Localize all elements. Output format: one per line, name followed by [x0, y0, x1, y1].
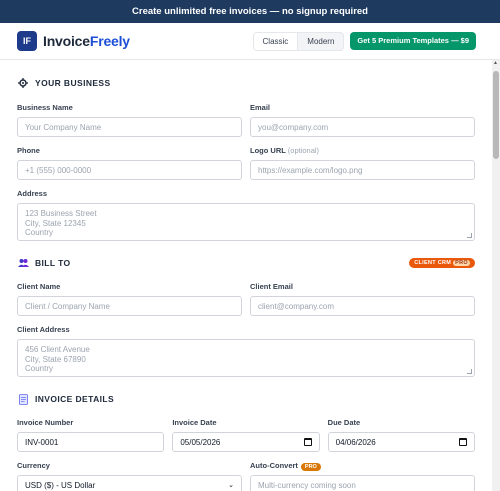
- template-toggle: Classic Modern: [252, 31, 345, 51]
- scrollbar-thumb[interactable]: [493, 71, 499, 159]
- invoice-form: YOUR BUSINESS Business Name Your Company…: [0, 77, 500, 491]
- resize-handle[interactable]: [467, 369, 472, 374]
- auto-convert-label-text: Auto-Convert: [250, 461, 298, 470]
- client-address-textarea[interactable]: 456 Client Avenue City, State 67890 Coun…: [17, 339, 475, 377]
- currency-value: USD ($) - US Dollar: [25, 480, 96, 490]
- address-label: Address: [17, 189, 48, 198]
- resize-handle[interactable]: [467, 233, 472, 238]
- invoice-date-label: Invoice Date: [172, 418, 217, 427]
- pro-tag: PRO: [453, 260, 470, 266]
- section-title-text: YOUR BUSINESS: [35, 78, 111, 88]
- template-classic-button[interactable]: Classic: [253, 32, 299, 50]
- invoice-number-input[interactable]: INV-0001: [17, 432, 165, 452]
- section-invoice-details: INVOICE DETAILS: [17, 393, 475, 405]
- address-placeholder: 123 Business Street City, State 12345 Co…: [25, 209, 97, 237]
- client-name-input[interactable]: Client / Company Name: [17, 296, 242, 316]
- auto-convert-input: Multi-currency coming soon: [250, 475, 475, 491]
- section-title-text: INVOICE DETAILS: [35, 394, 115, 404]
- email-label: Email: [250, 103, 271, 112]
- document-icon: [17, 393, 29, 405]
- currency-select[interactable]: USD ($) - US Dollar ⌄: [17, 475, 242, 491]
- logo-url-label: Logo URL (optional): [250, 146, 475, 155]
- promo-banner: Create unlimited free invoices — no sign…: [0, 0, 500, 23]
- chevron-down-icon: ⌄: [228, 482, 234, 489]
- address-textarea[interactable]: 123 Business Street City, State 12345 Co…: [17, 203, 475, 241]
- section-title-text: BILL TO: [35, 258, 71, 268]
- scrollbar[interactable]: ▲: [492, 60, 500, 491]
- calendar-icon[interactable]: [303, 438, 312, 446]
- invoice-date-input[interactable]: 05/05/2026: [172, 432, 320, 452]
- section-bill-to: BILL TO CLIENT CRM PRO: [17, 257, 475, 269]
- client-crm-badge-text: CLIENT CRM: [414, 260, 452, 266]
- invoice-number-label: Invoice Number: [17, 418, 74, 427]
- due-date-input[interactable]: 04/06/2026: [327, 432, 475, 452]
- logo-url-label-text: Logo URL: [250, 146, 286, 155]
- gear-icon: [17, 77, 29, 89]
- section-your-business: YOUR BUSINESS: [17, 77, 475, 89]
- users-icon: [17, 257, 29, 269]
- email-input[interactable]: you@company.com: [250, 117, 475, 137]
- client-crm-badge[interactable]: CLIENT CRM PRO: [409, 258, 475, 268]
- client-address-placeholder: 456 Client Avenue City, State 67890 Coun…: [25, 345, 90, 373]
- due-date-label: Due Date: [327, 418, 361, 427]
- logo-url-input[interactable]: https://example.com/logo.png: [250, 160, 475, 180]
- currency-label: Currency: [17, 461, 50, 470]
- logo-icon[interactable]: IF: [17, 31, 37, 51]
- logo-text[interactable]: InvoiceFreely: [43, 33, 130, 49]
- due-date-value: 04/06/2026: [335, 437, 376, 447]
- premium-templates-button[interactable]: Get 5 Premium Templates — $9: [350, 32, 476, 50]
- client-email-label: Client Email: [250, 282, 293, 291]
- business-name-label: Business Name: [17, 103, 73, 112]
- scroll-up-arrow-icon[interactable]: ▲: [493, 60, 498, 66]
- pro-badge: PRO: [300, 463, 321, 471]
- optional-hint: (optional): [287, 146, 320, 155]
- client-name-label: Client Name: [17, 282, 61, 291]
- calendar-icon[interactable]: [458, 438, 467, 446]
- business-name-input[interactable]: Your Company Name: [17, 117, 242, 137]
- auto-convert-label: Auto-Convert PRO: [250, 461, 475, 471]
- app-header: IF InvoiceFreely Classic Modern Get 5 Pr…: [0, 23, 500, 60]
- invoice-date-value: 05/05/2026: [180, 437, 221, 447]
- logo-text-part1: Invoice: [43, 33, 90, 49]
- client-email-input[interactable]: client@company.com: [250, 296, 475, 316]
- phone-label: Phone: [17, 146, 40, 155]
- template-modern-button[interactable]: Modern: [298, 33, 343, 50]
- client-address-label: Client Address: [17, 325, 70, 334]
- logo-text-part2: Freely: [89, 33, 130, 49]
- phone-input[interactable]: +1 (555) 000-0000: [17, 160, 242, 180]
